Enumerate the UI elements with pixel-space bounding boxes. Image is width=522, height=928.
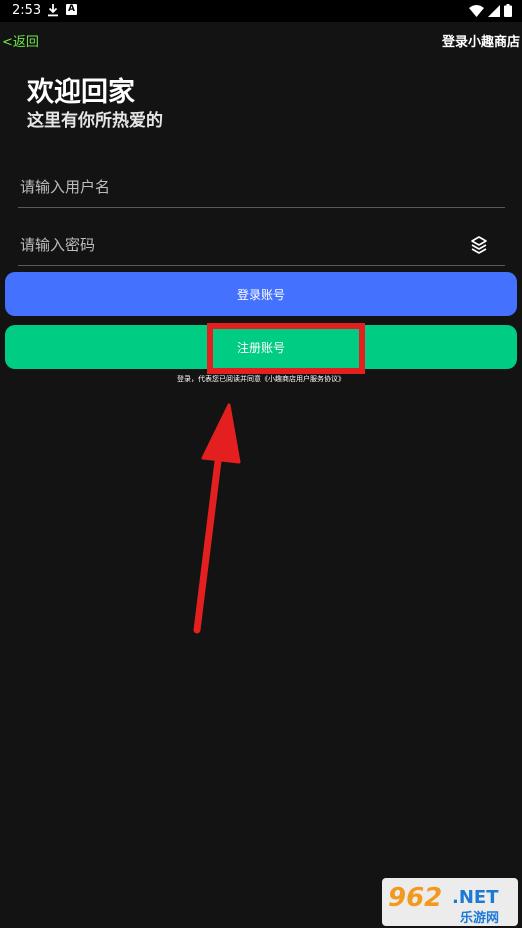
- notification-a-icon: A: [66, 4, 77, 15]
- status-bar: 2:53 A: [0, 0, 522, 22]
- username-input[interactable]: [18, 167, 505, 208]
- annotation-highlight-box: [207, 323, 365, 374]
- login-button[interactable]: 登录账号: [5, 272, 517, 316]
- watermark-logo: 962 .NET 乐游网: [382, 878, 518, 926]
- page-title: 登录小趣商店: [441, 35, 520, 50]
- annotation-arrow-icon: [193, 403, 241, 634]
- back-button[interactable]: <返回: [2, 31, 39, 50]
- battery-icon: [504, 4, 512, 17]
- agreement-text: 登录，代表您已阅读并同意《小趣商店用户服务协议》: [0, 374, 522, 384]
- agreement-text-label: 登录，代表您已阅读并同意《小趣商店用户服务协议》: [177, 375, 345, 383]
- status-time: 2:53: [12, 3, 42, 18]
- wifi-icon: [469, 4, 484, 17]
- password-visibility-toggle-icon[interactable]: [469, 235, 489, 255]
- svg-text:962: 962: [388, 883, 442, 913]
- cellular-signal-icon: [488, 4, 500, 17]
- password-input[interactable]: [18, 225, 505, 266]
- download-icon: [48, 4, 58, 17]
- svg-text:.NET: .NET: [452, 887, 499, 908]
- welcome-subtitle: 这里有你所热爱的: [27, 111, 163, 131]
- welcome-heading: 欢迎回家: [27, 77, 135, 108]
- svg-text:乐游网: 乐游网: [460, 910, 499, 926]
- status-icons: [469, 4, 512, 17]
- app-header: <返回 登录小趣商店: [0, 22, 522, 56]
